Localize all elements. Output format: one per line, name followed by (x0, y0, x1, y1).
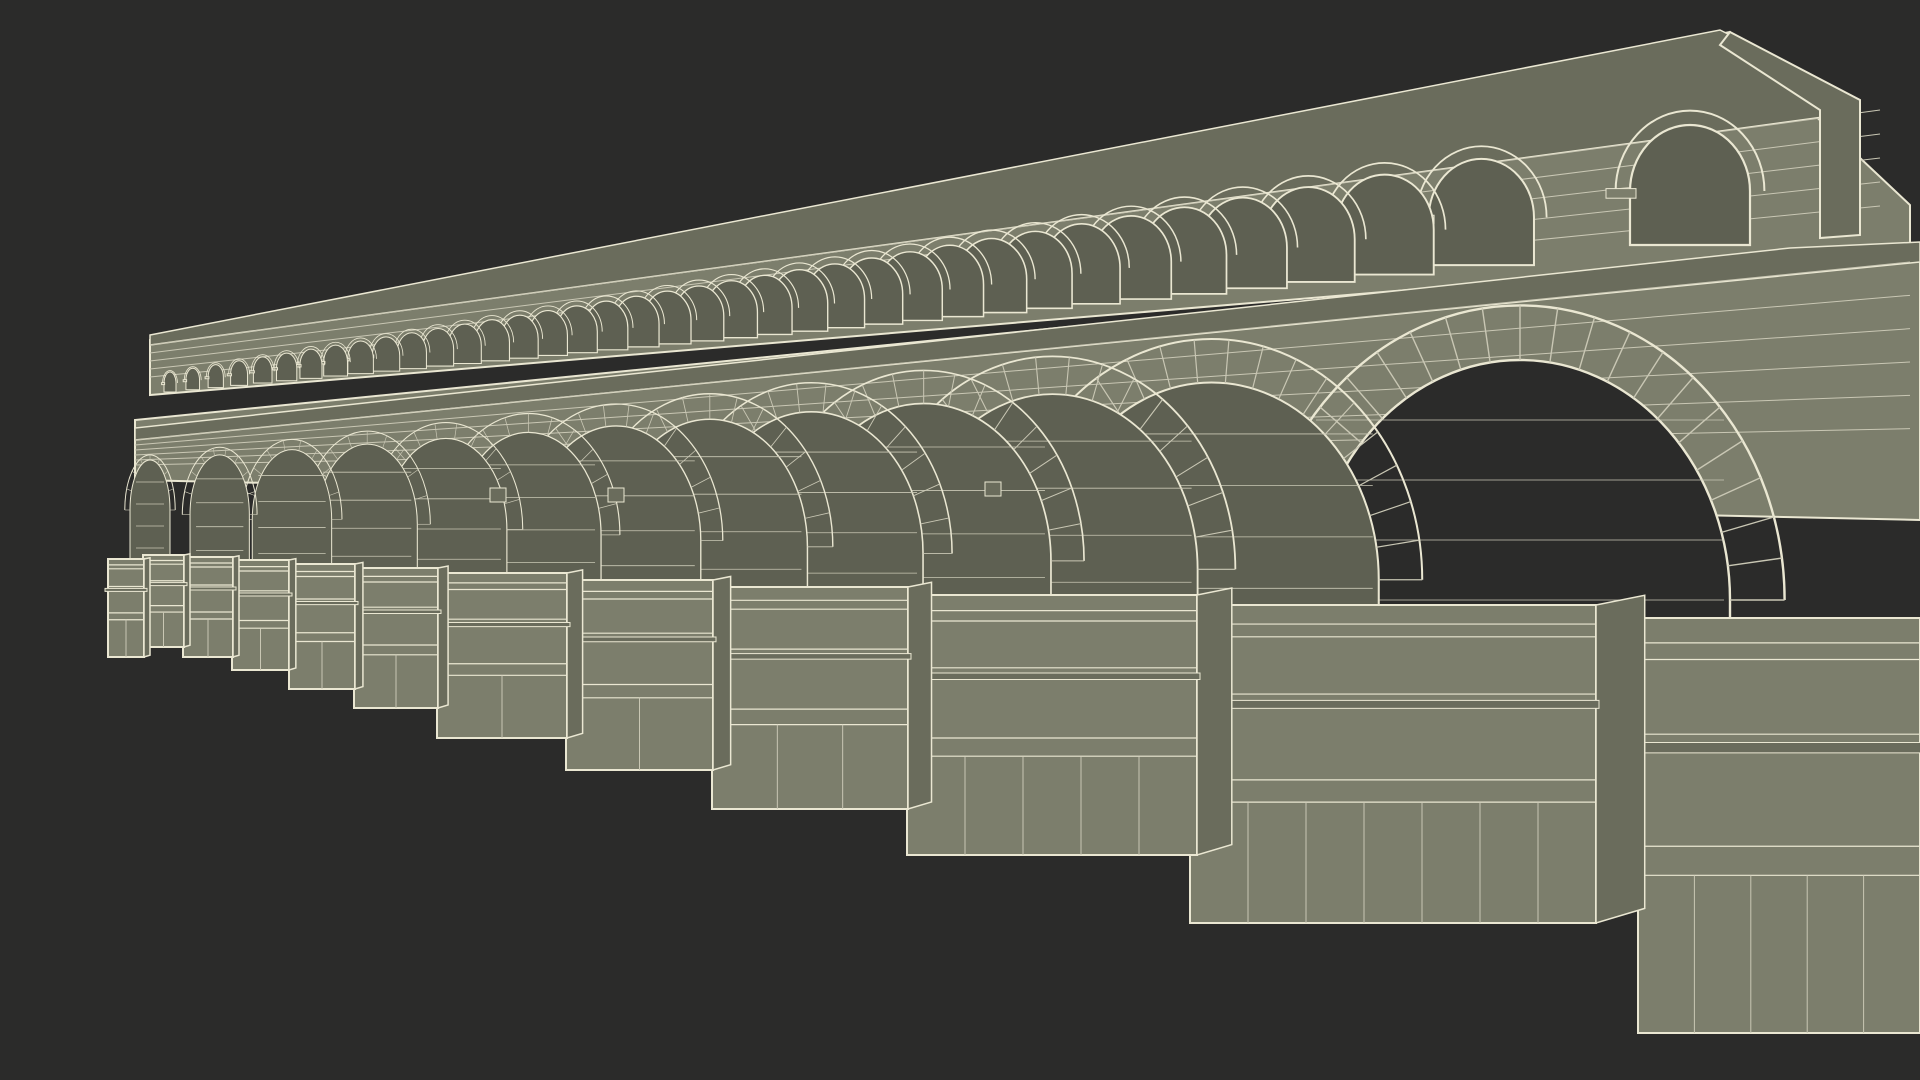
pier (1186, 594, 1646, 925)
aqueduct-render (0, 0, 1920, 1080)
pier (350, 565, 449, 710)
pier (562, 575, 732, 772)
pier (285, 561, 364, 691)
wall-plaque (984, 481, 1002, 497)
pier-row (104, 552, 1920, 1035)
aqueduct-wireframe (104, 29, 1920, 1035)
pier (708, 581, 933, 811)
pier (104, 556, 151, 659)
pier (433, 568, 584, 740)
pier (903, 587, 1233, 857)
wall-plaque (607, 487, 625, 503)
lower-arch (181, 447, 258, 576)
wall-plaque (489, 487, 507, 503)
pier (1634, 617, 1920, 1035)
